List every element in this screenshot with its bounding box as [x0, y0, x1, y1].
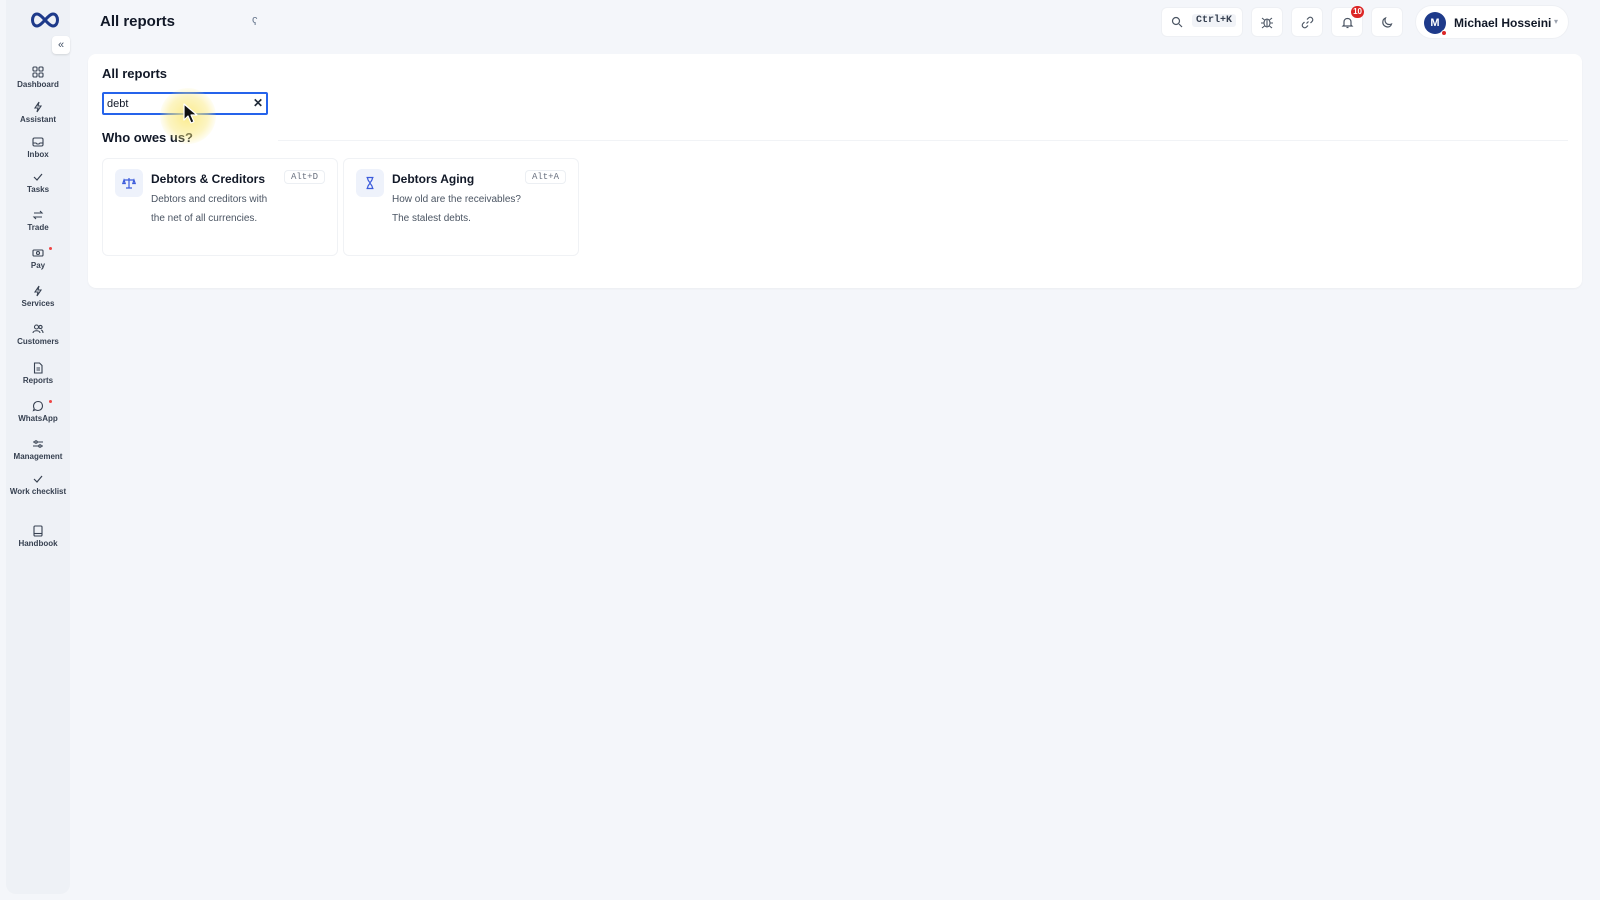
sidebar-item-handbook[interactable]: Handbook	[6, 525, 70, 548]
sidebar-item-label: Services	[21, 299, 55, 308]
report-description: How old are the receivables? The stalest…	[392, 194, 521, 224]
report-description: Debtors and creditors with the net of al…	[151, 194, 268, 224]
sidebar-item-tasks[interactable]: Tasks	[6, 171, 70, 194]
link-icon	[1301, 16, 1313, 28]
report-card-debtors-creditors[interactable]: Debtors & Creditors Debtors and creditor…	[102, 158, 338, 256]
sidebar-item-inbox[interactable]: Inbox	[6, 136, 70, 159]
sidebar-item-label: Dashboard	[17, 80, 59, 89]
chat-icon	[32, 400, 44, 412]
users-icon	[32, 324, 44, 334]
bolt-icon	[33, 285, 43, 297]
notification-dot	[49, 247, 52, 250]
check-icon	[33, 173, 43, 181]
section-title: Who owes us?	[102, 130, 193, 145]
sparkle-icon	[33, 101, 43, 113]
sidebar-item-pay[interactable]: Pay	[6, 247, 70, 270]
scale-icon	[115, 169, 143, 197]
report-title: Debtors Aging	[392, 172, 475, 186]
collapse-sidebar-button[interactable]: «	[52, 36, 70, 54]
bug-icon	[1261, 17, 1273, 29]
report-card-debtors-aging[interactable]: Debtors Aging How old are the receivable…	[343, 158, 579, 256]
sidebar-item-management[interactable]: Management	[6, 438, 70, 461]
sidebar-item-label: Reports	[22, 376, 54, 385]
check-icon	[33, 475, 43, 483]
cash-icon	[32, 249, 44, 257]
report-shortcut: Alt+D	[283, 170, 325, 184]
title-glyph-icon[interactable]: ʕ	[252, 16, 258, 28]
notification-count-badge: 10	[1351, 6, 1364, 18]
sidebar-item-work-checklist[interactable]: Work checklist	[6, 473, 70, 496]
sidebar-item-customers[interactable]: Customers	[6, 323, 70, 346]
sidebar-item-reports[interactable]: Reports	[6, 362, 70, 385]
sidebar-item-trade[interactable]: Trade	[6, 209, 70, 232]
inbox-icon	[32, 137, 44, 147]
notifications-button[interactable]: 10	[1331, 6, 1364, 37]
section-divider	[278, 140, 1568, 141]
bell-icon	[1341, 17, 1353, 28]
chevron-down-icon: ▾	[1554, 17, 1559, 26]
report-filter-input[interactable]	[102, 92, 268, 115]
sidebar: « Dashboard Assistant Inbox Tasks Trade …	[6, 0, 70, 894]
sidebar-item-label: Assistant	[19, 115, 56, 124]
user-name: Michael Hosseini	[1454, 16, 1552, 30]
infinity-logo-icon[interactable]	[28, 10, 62, 30]
notification-dot	[49, 400, 52, 403]
sidebar-item-label: Trade	[27, 223, 49, 232]
swap-icon	[32, 210, 44, 220]
sidebar-item-label: Inbox	[27, 150, 49, 159]
sidebar-item-label: Tasks	[26, 185, 50, 194]
sidebar-item-dashboard[interactable]: Dashboard	[6, 66, 70, 89]
dashboard-icon	[32, 66, 44, 78]
report-icon	[33, 362, 43, 374]
reports-panel: All reports ✕ Who owes us? Debtors & Cre…	[88, 54, 1582, 288]
sidebar-item-label: Management	[13, 452, 63, 461]
top-bar: All reports ʕ Ctrl+K 10 M Michael Hossei…	[70, 0, 1600, 44]
report-title: Debtors & Creditors	[151, 172, 266, 186]
sidebar-item-label: Work checklist	[9, 487, 67, 496]
sliders-icon	[33, 440, 43, 448]
bug-report-button[interactable]	[1251, 7, 1283, 37]
sidebar-item-label: Customers	[17, 337, 59, 346]
link-button[interactable]	[1291, 7, 1323, 37]
sidebar-item-label: Pay	[30, 261, 46, 270]
clear-filter-icon[interactable]: ✕	[251, 96, 265, 110]
report-shortcut: Alt+A	[524, 170, 566, 184]
status-dot	[1441, 30, 1447, 36]
sidebar-item-services[interactable]: Services	[6, 285, 70, 308]
user-menu-button[interactable]: M Michael Hosseini ▾	[1415, 5, 1569, 39]
hourglass-icon	[356, 169, 384, 197]
dark-mode-toggle[interactable]	[1371, 7, 1403, 37]
global-search-button[interactable]: Ctrl+K	[1161, 7, 1243, 37]
book-icon	[33, 525, 43, 537]
page-title: All reports	[100, 13, 176, 30]
sidebar-item-label: WhatsApp	[18, 414, 58, 423]
panel-title: All reports	[102, 66, 168, 81]
sidebar-item-label: Handbook	[18, 539, 58, 548]
search-icon	[1171, 16, 1183, 28]
sidebar-item-whatsapp[interactable]: WhatsApp	[6, 400, 70, 423]
sidebar-item-assistant[interactable]: Assistant	[6, 101, 70, 124]
chevron-double-left-icon: «	[57, 39, 65, 51]
moon-icon	[1381, 16, 1392, 28]
search-shortcut-hint: Ctrl+K	[1192, 14, 1237, 27]
